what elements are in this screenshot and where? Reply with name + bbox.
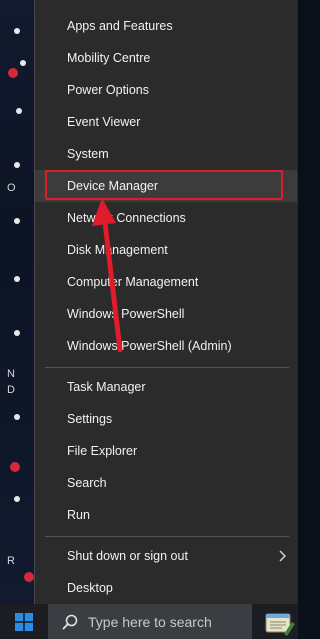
menu-item-label: File Explorer: [67, 444, 138, 458]
taskbar-search-box[interactable]: Type here to search: [48, 604, 252, 639]
menu-item-label: Apps and Features: [67, 19, 173, 33]
menu-item-windows-powershell[interactable]: Windows PowerShell: [35, 298, 297, 330]
menu-item-desktop[interactable]: Desktop: [35, 572, 297, 604]
desktop-icon-dot: [20, 60, 26, 66]
desktop-icon-badge: [24, 572, 34, 582]
desktop-icon-dot: [16, 108, 22, 114]
menu-item-label: Task Manager: [67, 380, 146, 394]
desktop-icon-badge: [8, 68, 18, 78]
notepad-app-icon[interactable]: [262, 608, 296, 636]
screen: O N D R Apps and Features Mobility Centr…: [0, 0, 298, 639]
menu-item-label: Run: [67, 508, 90, 522]
menu-item-windows-powershell-admin[interactable]: Windows PowerShell (Admin): [35, 330, 297, 362]
menu-item-apps-and-features[interactable]: Apps and Features: [35, 10, 297, 42]
menu-item-label: Disk Management: [67, 243, 168, 257]
menu-item-system[interactable]: System: [35, 138, 297, 170]
desktop-label-letter: O: [7, 182, 16, 194]
menu-item-label: Desktop: [67, 581, 113, 595]
menu-item-run[interactable]: Run: [35, 499, 297, 531]
menu-item-label: Settings: [67, 412, 113, 426]
menu-item-task-manager[interactable]: Task Manager: [35, 371, 297, 403]
menu-item-file-explorer[interactable]: File Explorer: [35, 435, 297, 467]
menu-item-event-viewer[interactable]: Event Viewer: [35, 106, 297, 138]
menu-item-label: Shut down or sign out: [67, 549, 188, 563]
start-button[interactable]: [0, 604, 48, 639]
desktop-icon-badge: [10, 462, 20, 472]
search-icon: [62, 614, 78, 629]
desktop-icon-dot: [14, 218, 20, 224]
menu-separator: [45, 367, 289, 368]
menu-item-label: Search: [67, 476, 107, 490]
desktop-icon-dot: [14, 276, 20, 282]
menu-separator: [45, 536, 289, 537]
menu-item-label: Windows PowerShell: [67, 307, 185, 321]
search-placeholder: Type here to search: [88, 613, 212, 630]
power-user-menu: Apps and Features Mobility Centre Power …: [34, 0, 298, 604]
desktop-label-letter: D: [7, 384, 15, 396]
menu-item-power-options[interactable]: Power Options: [35, 74, 297, 106]
desktop-icon-dot: [14, 330, 20, 336]
menu-item-shut-down-or-sign-out[interactable]: Shut down or sign out: [35, 540, 297, 572]
desktop-icon-dot: [14, 496, 20, 502]
menu-item-label: Event Viewer: [67, 115, 141, 129]
menu-item-network-connections[interactable]: Network Connections: [35, 202, 297, 234]
desktop-label-letter: N: [7, 368, 15, 380]
desktop-background: O N D R: [0, 0, 36, 604]
menu-item-mobility-centre[interactable]: Mobility Centre: [35, 42, 297, 74]
chevron-right-icon: [279, 550, 286, 562]
menu-item-device-manager[interactable]: Device Manager: [35, 170, 297, 202]
desktop-icon-dot: [14, 162, 20, 168]
menu-item-settings[interactable]: Settings: [35, 403, 297, 435]
desktop-icon-dot: [14, 414, 20, 420]
desktop-icon-dot: [14, 28, 20, 34]
menu-item-computer-management[interactable]: Computer Management: [35, 266, 297, 298]
menu-item-label: Mobility Centre: [67, 51, 151, 65]
menu-item-label: Device Manager: [67, 179, 159, 193]
menu-item-search[interactable]: Search: [35, 467, 297, 499]
menu-item-label: Windows PowerShell (Admin): [67, 339, 232, 353]
menu-item-disk-management[interactable]: Disk Management: [35, 234, 297, 266]
desktop-label-letter: R: [7, 555, 15, 567]
menu-item-label: Computer Management: [67, 275, 199, 289]
windows-logo-icon: [15, 612, 33, 631]
taskbar: Type here to search: [0, 604, 298, 639]
menu-item-label: System: [67, 147, 109, 161]
menu-item-label: Power Options: [67, 83, 149, 97]
menu-item-label: Network Connections: [67, 211, 186, 225]
